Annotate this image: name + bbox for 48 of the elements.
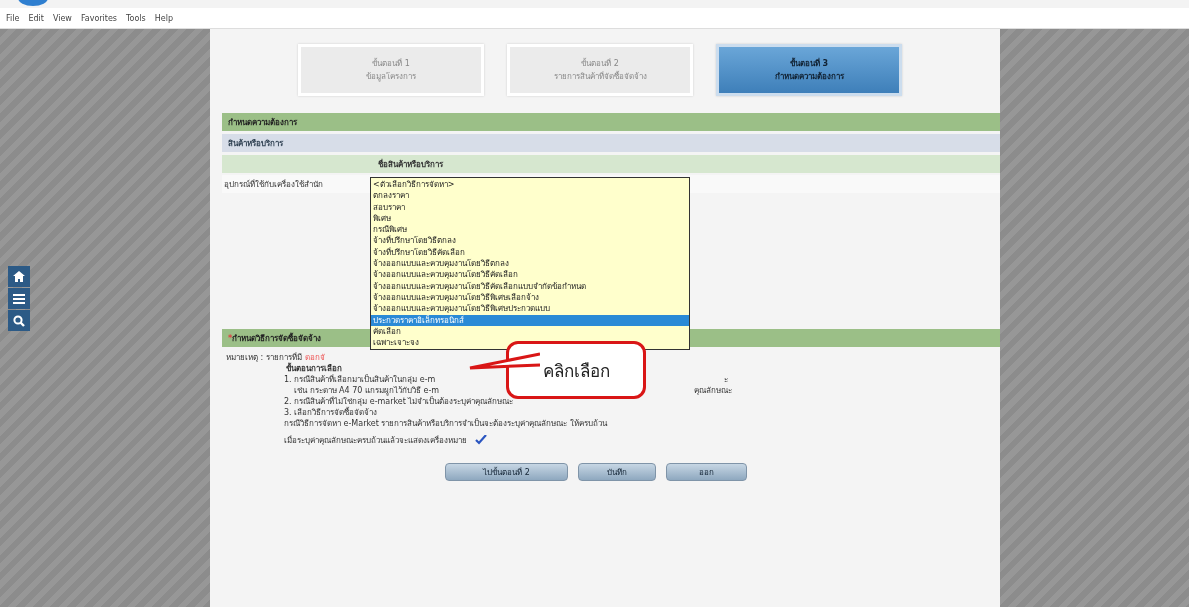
checkmark-icon — [475, 435, 487, 445]
home-icon — [13, 271, 25, 282]
dropdown-list[interactable] — [370, 177, 690, 351]
table-cell-text: อุปกรณ์ที่ใช้กับเครื่องใช้สำนัก — [223, 178, 323, 191]
dropdown-option[interactable]: จ้างออกแบบและควบคุมงานโดยวิธีพิเศษเลือกจ้าง — [371, 291, 689, 304]
dropdown-option[interactable]: จ้างที่ปรึกษาโดยวิธีตกลง — [371, 235, 689, 247]
form-button[interactable]: บันทึก — [578, 463, 656, 481]
dropdown-option[interactable]: ประกวดราคาอิเล็กทรอนิกส์ — [371, 314, 689, 326]
home-button[interactable] — [8, 266, 30, 287]
note-highlight: ดอกจั — [304, 352, 325, 362]
search-button[interactable] — [8, 310, 30, 331]
dropdown-option[interactable]: ตกลงราคา — [371, 190, 689, 202]
dropdown-option[interactable]: จ้างออกแบบและควบคุมงานโดยวิธีคัดเลือก — [371, 269, 689, 281]
note-text: เช่น กระดาษ A4 70 แกรมผูกไว้กับวิธี e-m — [294, 385, 441, 396]
dropdown-option[interactable]: จ้างออกแบบและควบคุมงานโดยวิธีตกลง — [371, 258, 689, 270]
dropdown-option[interactable]: <ตัวเลือกวิธีการจัดหา> — [371, 179, 689, 191]
subsection-header: สินค้าหรือบริการ — [222, 134, 1000, 152]
note-text: ขั้นตอนการเลือก — [286, 362, 342, 374]
menu-button[interactable] — [8, 288, 30, 309]
dropdown-option[interactable]: คัดเลือก — [371, 325, 689, 338]
menu-item[interactable]: File — [6, 13, 20, 23]
dropdown-option[interactable]: กรณีพิเศษ — [371, 224, 689, 236]
note-text: 3. เลือกวิธีการจัดซื้อจัดจ้าง — [284, 406, 379, 419]
form-button[interactable]: ไปขั้นตอนที่ 2 — [445, 463, 568, 481]
menu-item[interactable]: Edit — [28, 13, 44, 23]
step-tab[interactable]: ขั้นตอนที่ 3 กำหนดความต้องการ — [716, 44, 902, 96]
method-label: กำหนดวิธีการจัดซื้อจัดจ้าง — [232, 331, 322, 345]
dropdown-option[interactable]: จ้างออกแบบและควบคุมงานโดยวิธีคัดเลือกแบบจำกัดข้อกำหนด — [371, 280, 689, 292]
menu-item[interactable]: Tools — [126, 13, 146, 23]
dropdown-option[interactable]: พิเศษ — [371, 212, 689, 225]
dropdown-option[interactable]: สอบราคา — [371, 201, 689, 213]
note-text: ะ — [724, 374, 728, 386]
note-text: เมื่อระบุค่าคุณลักษณะครบถ้วนแล้วจะแสดงเครื่องหมาย — [284, 434, 467, 447]
column-header: ชื่อสินค้าหรือบริการ — [222, 155, 1000, 173]
section-header: กำหนดความต้องการ — [222, 113, 1000, 131]
menu-item[interactable]: Help — [154, 13, 173, 23]
note-text: 2. กรณีสินค้าที่ไม่ใช่กลุ่ม e-market ไม่จำเป็นต้องระบุค่าคุณลักษณะ — [284, 396, 515, 407]
menu-item[interactable]: View — [52, 13, 72, 23]
menu-icon — [13, 293, 25, 304]
note-text: กรณีวิธีการจัดหา e-Market รายการสินค้าหรือบริการจำเป็นจะต้องระบุค่าคุณลักษณะ ให้ครบถ้วน — [284, 417, 607, 430]
dropdown-option[interactable]: จ้างที่ปรึกษาโดยวิธีคัดเลือก — [371, 246, 689, 259]
dropdown-option[interactable]: จ้างออกแบบและควบคุมงานโดยวิธีพิเศษประกวดแบบ — [371, 303, 689, 315]
note-text: 1. กรณีสินค้าที่เลือกมาเป็นสินค้าในกลุ่ม e-m — [284, 373, 437, 386]
search-icon — [13, 314, 25, 327]
note-label: หมายเหตุ : รายการที่มี — [226, 351, 302, 362]
note-text: คุณลักษณะ — [694, 385, 732, 397]
form-button[interactable]: ออก — [666, 463, 747, 481]
menu-item[interactable]: Favorites — [80, 13, 117, 23]
